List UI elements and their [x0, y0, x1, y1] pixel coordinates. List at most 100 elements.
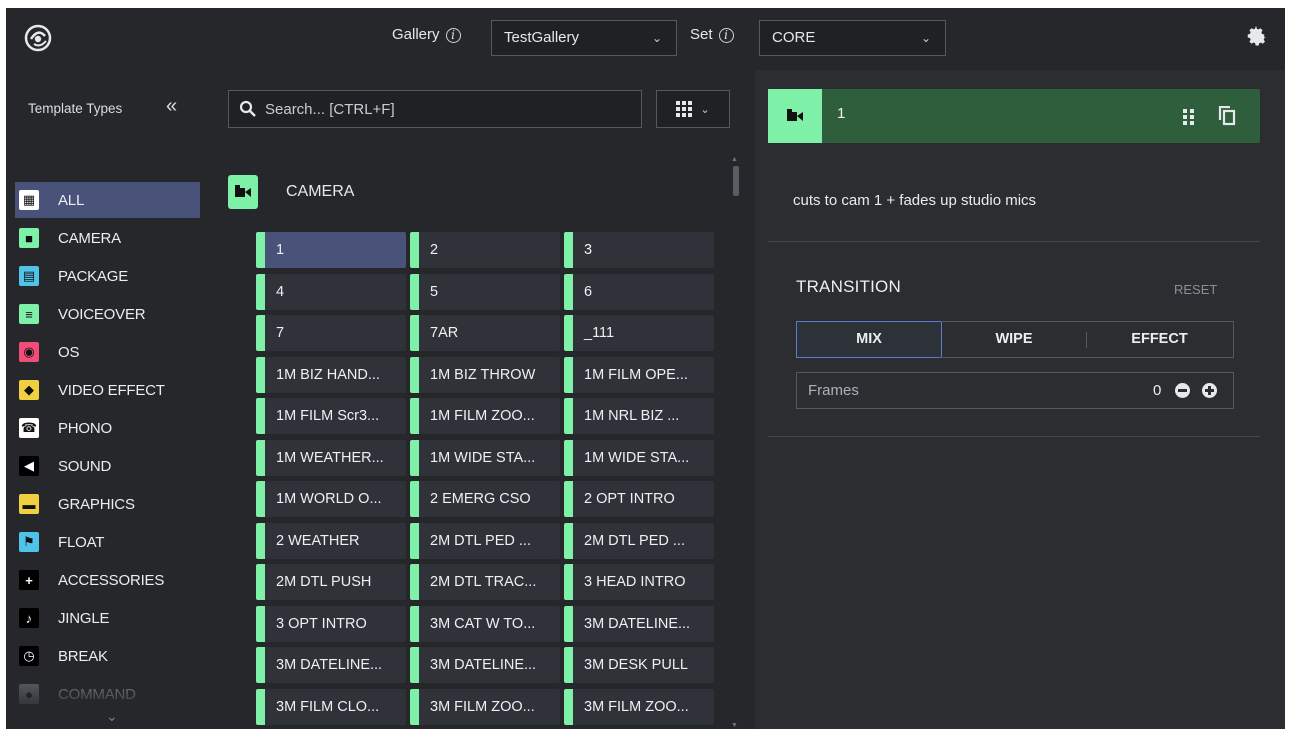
type-item-camera[interactable]: ■ CAMERA [15, 220, 200, 256]
frames-value: 0 [1153, 382, 1162, 399]
type-item-graphics[interactable]: ▬ GRAPHICS [15, 486, 200, 522]
jingle-icon: ♪ [19, 608, 39, 628]
scrollbar-thumb[interactable] [733, 166, 739, 196]
section-title: CAMERA [286, 183, 355, 200]
collapse-panel-button[interactable]: « [166, 95, 177, 118]
set-info-icon[interactable]: i [718, 28, 734, 43]
type-item-phono[interactable]: ☎ PHONO [15, 410, 200, 446]
decrement-icon[interactable] [1175, 383, 1190, 398]
copy-icon[interactable] [1218, 106, 1236, 126]
scroll-up-arrow-icon[interactable]: ▲ [731, 156, 738, 163]
type-item-float[interactable]: ⚑ FLOAT [15, 524, 200, 560]
mode-effect-button[interactable]: EFFECT [1086, 321, 1234, 358]
panel-title: Template Types [28, 101, 123, 116]
template-tile[interactable]: 4 [256, 273, 406, 310]
type-item-label: VOICEOVER [58, 305, 146, 323]
chevron-down-icon: ⌄ [700, 103, 710, 116]
type-item-label: BREAK [58, 647, 108, 665]
template-tile[interactable]: 6 [564, 273, 714, 310]
type-item-label: OS [58, 343, 80, 361]
grid-icon: ▦ [19, 190, 39, 210]
type-item-os[interactable]: ◉ OS [15, 334, 200, 370]
type-item-accessories[interactable]: + ACCESSORIES [15, 562, 200, 598]
template-tile[interactable]: 3M FILM ZOO... [564, 688, 714, 725]
type-item-all[interactable]: ▦ ALL [15, 182, 200, 218]
template-tile[interactable]: 2 EMERG CSO [410, 481, 560, 517]
type-item-voiceover[interactable]: ≡ VOICEOVER [15, 296, 200, 332]
template-tile[interactable]: 3M FILM ZOO... [410, 688, 560, 725]
settings-gear-icon[interactable] [1245, 25, 1267, 47]
template-tile[interactable]: 1M FILM ZOO... [410, 398, 560, 434]
template-tile[interactable]: 7AR [410, 315, 560, 351]
template-tile[interactable]: 1M FILM OPE... [564, 356, 714, 393]
scroll-down-chevron-icon[interactable]: ⌄ [106, 708, 118, 725]
template-tile[interactable]: 3M DATELINE... [410, 647, 560, 683]
template-tile[interactable]: 1M BIZ THROW [410, 356, 560, 393]
type-item-jingle[interactable]: ♪ JINGLE [15, 600, 200, 636]
template-tile[interactable]: 3M DATELINE... [564, 605, 714, 642]
template-tile[interactable]: 2M DTL PED ... [564, 522, 714, 559]
set-label: Set i [690, 26, 734, 43]
type-item-package[interactable]: ▤ PACKAGE [15, 258, 200, 294]
template-tile[interactable]: 1M WEATHER... [256, 439, 406, 476]
template-tile[interactable]: 7 [256, 315, 406, 351]
type-item-video-effect[interactable]: ◆ VIDEO EFFECT [15, 372, 200, 408]
view-mode-button[interactable]: ⌄ [656, 90, 730, 128]
gallery-info-icon[interactable]: i [445, 28, 461, 43]
template-tile[interactable]: 2 WEATHER [256, 522, 406, 559]
template-tile[interactable]: 1M WORLD O... [256, 481, 406, 517]
search-icon [239, 100, 256, 117]
phone-icon: ☎ [19, 418, 39, 438]
template-tile[interactable]: 3 OPT INTRO [256, 605, 406, 642]
template-tile[interactable]: 1M NRL BIZ ... [564, 398, 714, 434]
type-item-break[interactable]: ◷ BREAK [15, 638, 200, 674]
template-tile[interactable]: _111 [564, 315, 714, 351]
selected-template-bar: 1 [768, 89, 1260, 143]
camera-icon [768, 89, 822, 143]
template-tile[interactable]: 3M DESK PULL [564, 647, 714, 683]
divider [768, 241, 1260, 242]
type-item-label: SOUND [58, 457, 112, 475]
film-icon: ▤ [19, 266, 39, 286]
template-tile[interactable]: 3 [564, 232, 714, 268]
search-input[interactable]: Search... [CTRL+F] [228, 90, 642, 128]
camera-icon: ■ [19, 228, 39, 248]
video-effect-icon: ◆ [19, 380, 39, 400]
template-tile[interactable]: 2M DTL TRAC... [410, 564, 560, 600]
mode-wipe-button[interactable]: WIPE [941, 321, 1087, 358]
template-tile[interactable]: 3M CAT W TO... [410, 605, 560, 642]
flag-icon: ⚑ [19, 532, 39, 552]
reset-button[interactable]: RESET [1174, 282, 1217, 297]
template-tile[interactable]: 2M DTL PED ... [410, 522, 560, 559]
gallery-select[interactable]: TestGallery ⌄ [491, 20, 677, 56]
divider [768, 436, 1260, 437]
increment-icon[interactable] [1202, 383, 1217, 398]
gallery-label: Gallery i [392, 26, 461, 43]
speaker-icon: ◀ [19, 456, 39, 476]
chevron-down-icon: ⌄ [920, 31, 931, 45]
camera-icon [228, 175, 258, 209]
template-tile[interactable]: 1M WIDE STA... [410, 439, 560, 476]
template-tile[interactable]: 2 [410, 232, 560, 268]
template-tile[interactable]: 5 [410, 273, 560, 310]
frames-field[interactable]: Frames 0 [796, 372, 1234, 409]
template-tile[interactable]: 1M FILM Scr3... [256, 398, 406, 434]
template-tile[interactable]: 1 [256, 232, 406, 268]
grid-scrollbar[interactable]: ▲ ▼ [730, 156, 742, 729]
type-item-label: VIDEO EFFECT [58, 381, 165, 399]
template-tile[interactable]: 2 OPT INTRO [564, 481, 714, 517]
type-item-sound[interactable]: ◀ SOUND [15, 448, 200, 484]
mode-mix-button[interactable]: MIX [796, 321, 942, 358]
template-tile[interactable]: 3 HEAD INTRO [564, 564, 714, 600]
template-tile[interactable]: 1M WIDE STA... [564, 439, 714, 476]
set-select[interactable]: CORE ⌄ [759, 20, 946, 56]
type-item-label: JINGLE [58, 609, 110, 627]
template-tile[interactable]: 1M BIZ HAND... [256, 356, 406, 393]
drag-handle-icon[interactable] [1180, 106, 1198, 126]
app-logo-icon [24, 24, 52, 52]
template-tile[interactable]: 2M DTL PUSH [256, 564, 406, 600]
scroll-down-arrow-icon[interactable]: ▼ [731, 722, 738, 729]
template-tile[interactable]: 3M FILM CLO... [256, 688, 406, 725]
type-item-label: PACKAGE [58, 267, 129, 285]
template-tile[interactable]: 3M DATELINE... [256, 647, 406, 683]
